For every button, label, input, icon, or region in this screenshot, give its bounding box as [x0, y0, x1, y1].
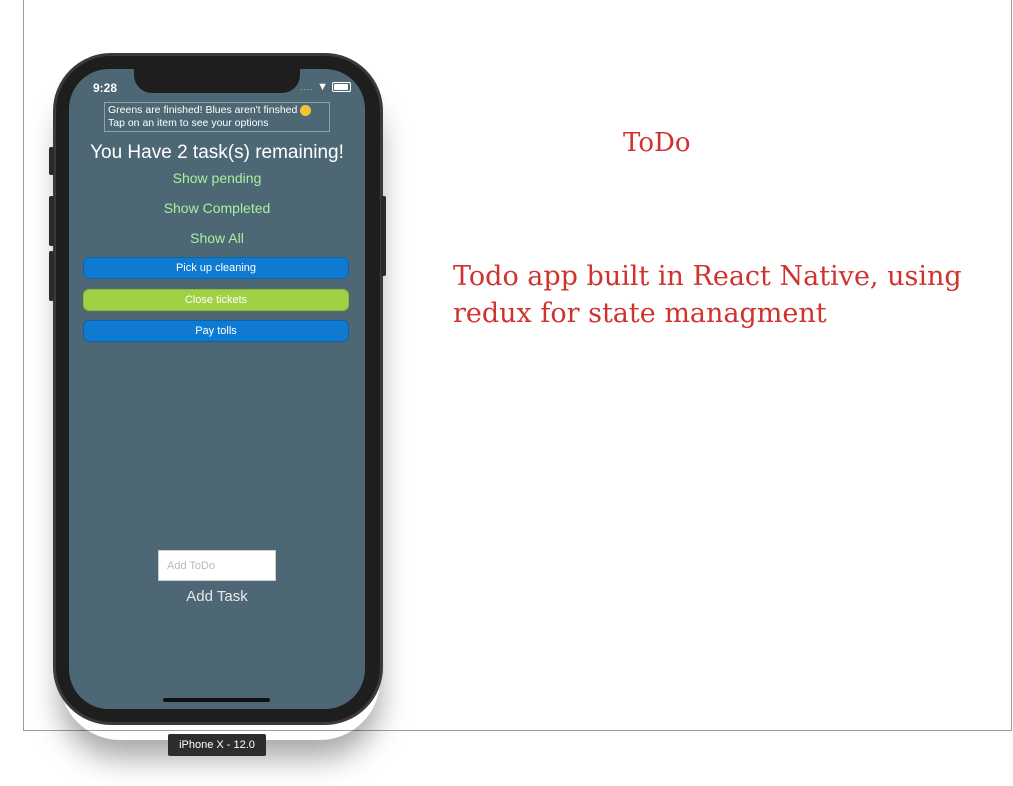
slide-description: Todo app built in React Native, using re…	[453, 261, 962, 329]
notch	[134, 69, 300, 93]
emoji-icon	[300, 104, 312, 116]
task-item[interactable]: Close tickets	[83, 289, 349, 311]
add-task-button[interactable]: Add Task	[69, 588, 365, 605]
status-icons: .... ▼	[300, 81, 351, 93]
power-button	[381, 196, 386, 276]
simulator-label: iPhone X - 12.0	[168, 734, 266, 756]
mute-switch	[49, 147, 54, 175]
show-pending-button[interactable]: Show pending	[69, 170, 365, 186]
volume-down-button	[49, 251, 54, 301]
volume-up-button	[49, 196, 54, 246]
slide-title: ToDo	[623, 128, 691, 158]
task-item[interactable]: Pick up cleaning	[83, 257, 349, 279]
wifi-icon: ▼	[317, 81, 328, 93]
hint-line-2: Tap on an item to see your options	[108, 117, 269, 129]
hint-box: Greens are finished! Blues aren't finshe…	[104, 102, 330, 132]
task-item[interactable]: Pay tolls	[83, 320, 349, 342]
home-indicator	[163, 698, 270, 702]
hint-text-1: Greens are finished! Blues aren't finshe…	[108, 104, 298, 116]
battery-icon	[332, 82, 351, 92]
add-todo-input[interactable]	[158, 550, 276, 581]
signal-icon: ....	[300, 82, 314, 92]
phone-screen: 9:28 .... ▼ Greens are finished! Blues a…	[69, 69, 365, 709]
status-time: 9:28	[93, 81, 118, 95]
show-completed-button[interactable]: Show Completed	[69, 200, 365, 216]
remaining-count: You Have 2 task(s) remaining!	[90, 142, 344, 163]
hint-line-1: Greens are finished! Blues aren't finshe…	[108, 104, 326, 117]
show-all-button[interactable]: Show All	[69, 230, 365, 246]
